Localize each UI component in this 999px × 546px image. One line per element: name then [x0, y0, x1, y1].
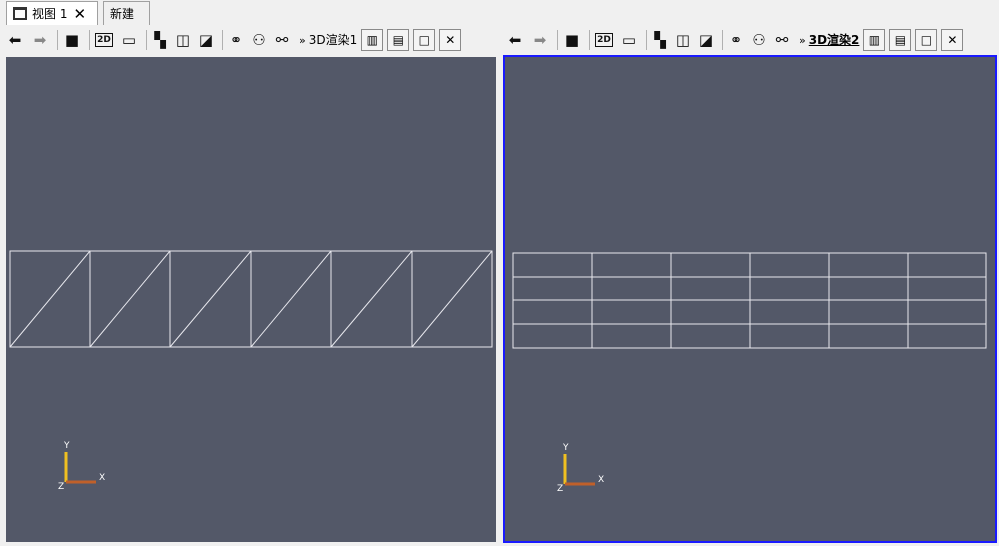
view-tab-bar: 视图 1 ✕ 新建	[0, 0, 999, 25]
toolbar-separator	[722, 29, 723, 50]
axis-z-label: Z	[557, 484, 563, 494]
render-view-2[interactable]: Y X Z	[503, 55, 997, 543]
toolbar-separator	[589, 29, 590, 50]
view-toolbar-1: ⬅ ➡ ■ 2D ▭ ▚ ◫ ◪ ⚭ ⚇ ⚯ » 3D渲染1 ▥ ▤ □ ✕	[4, 25, 462, 54]
maximize-icon[interactable]: □	[413, 28, 436, 51]
view-name-label[interactable]: » 3D渲染2	[799, 31, 859, 48]
tab-new[interactable]: 新建	[103, 1, 150, 25]
toolbar-separator	[222, 29, 223, 50]
tab-label: 新建	[110, 7, 135, 21]
camera-redo-icon[interactable]: ➡	[529, 29, 551, 51]
select-points-icon[interactable]: ◫	[673, 29, 693, 51]
camera-redo-icon[interactable]: ➡	[29, 29, 51, 51]
axis-x-label: X	[99, 473, 105, 483]
select-frustum-icon[interactable]: ⚇	[749, 29, 769, 51]
toolbar-separator	[146, 29, 147, 50]
2d-3d-toggle-icon[interactable]: 2D	[593, 29, 615, 51]
record-icon[interactable]: ▭	[618, 29, 640, 51]
select-cells-icon[interactable]: ▚	[150, 29, 170, 51]
axis-x-label: X	[598, 475, 604, 485]
toolbar-separator	[646, 29, 647, 50]
split-vertical-icon[interactable]: ▤	[387, 28, 410, 51]
camera-undo-icon[interactable]: ⬅	[504, 29, 526, 51]
split-horizontal-icon[interactable]: ▥	[361, 28, 384, 51]
close-tab-icon[interactable]: ✕	[73, 5, 86, 23]
maximize-icon[interactable]: □	[915, 28, 938, 51]
camera-undo-icon[interactable]: ⬅	[4, 29, 26, 51]
select-frustum-icon[interactable]: ⚇	[249, 29, 269, 51]
view-toolbar-2: ⬅ ➡ ■ 2D ▭ ▚ ◫ ◪ ⚭ ⚇ ⚯ » 3D渲染2 ▥ ▤ □ ✕	[504, 25, 964, 54]
axis-z-label: Z	[58, 482, 64, 492]
view-name-label[interactable]: » 3D渲染1	[299, 31, 357, 48]
orientation-axes: Y X Z	[58, 441, 105, 492]
render-view-1[interactable]: Y X Z	[6, 57, 496, 542]
toolbar-separator	[557, 29, 558, 50]
toolbar-separator	[89, 29, 90, 50]
orientation-axes: Y X Z	[557, 443, 604, 494]
close-icon[interactable]: ✕	[439, 28, 462, 51]
axis-y-label: Y	[63, 441, 70, 451]
tab-view-1[interactable]: 视图 1 ✕	[6, 1, 98, 25]
select-block-icon[interactable]: ◪	[696, 29, 716, 51]
screenshot-icon[interactable]: ■	[61, 29, 83, 51]
pick-icon[interactable]: ⚯	[272, 29, 292, 51]
window-icon	[13, 7, 27, 20]
axis-y-label: Y	[562, 443, 569, 453]
pick-icon[interactable]: ⚯	[772, 29, 792, 51]
interactive-select-icon[interactable]: ⚭	[726, 29, 746, 51]
select-points-icon[interactable]: ◫	[173, 29, 193, 51]
interactive-select-icon[interactable]: ⚭	[226, 29, 246, 51]
select-cells-icon[interactable]: ▚	[650, 29, 670, 51]
select-block-icon[interactable]: ◪	[196, 29, 216, 51]
screenshot-icon[interactable]: ■	[561, 29, 583, 51]
split-horizontal-icon[interactable]: ▥	[863, 28, 886, 51]
split-vertical-icon[interactable]: ▤	[889, 28, 912, 51]
record-icon[interactable]: ▭	[118, 29, 140, 51]
tab-label: 视图 1	[32, 7, 68, 21]
toolbar-separator	[57, 29, 58, 50]
2d-3d-toggle-icon[interactable]: 2D	[93, 29, 115, 51]
close-icon[interactable]: ✕	[941, 28, 964, 51]
